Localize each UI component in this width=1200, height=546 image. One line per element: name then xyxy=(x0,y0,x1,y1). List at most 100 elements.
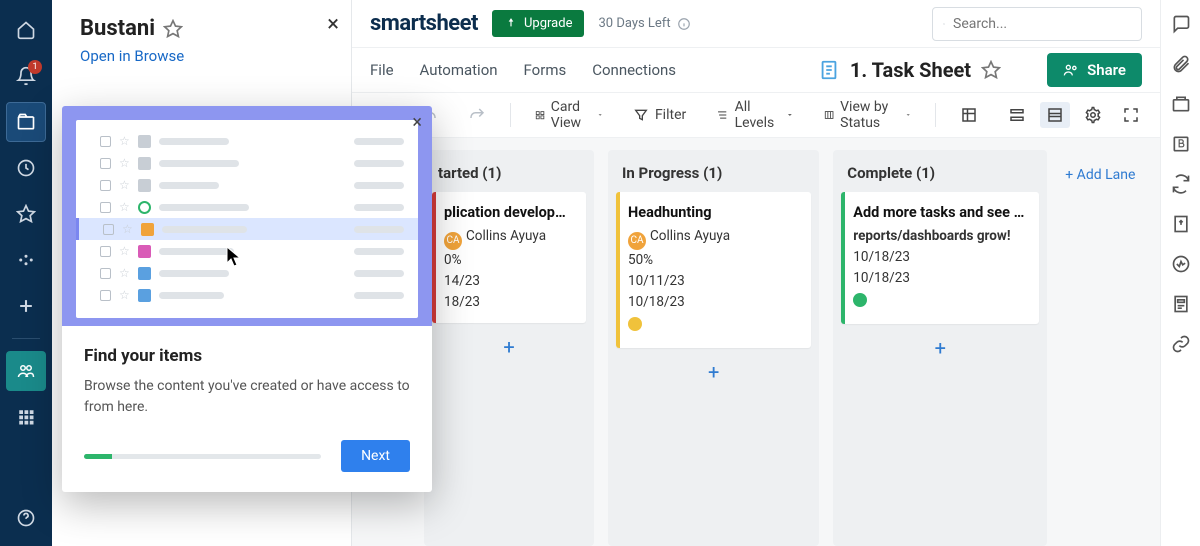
card-date: 14/23 xyxy=(444,271,576,292)
upgrade-icon xyxy=(504,17,518,31)
card[interactable]: Add more tasks and see yo... reports/das… xyxy=(841,192,1039,324)
update-requests-icon[interactable] xyxy=(1171,174,1191,194)
illustration-panel: ☆ ☆ ☆ ☆ ☆ ☆ ☆ ☆ xyxy=(76,120,418,318)
card[interactable]: plication development CACollins Ayuya 0%… xyxy=(432,192,586,323)
browse-icon[interactable] xyxy=(6,102,46,142)
rail-divider xyxy=(12,338,40,339)
home-icon[interactable] xyxy=(6,10,46,50)
proofs-icon[interactable] xyxy=(1171,94,1191,114)
onboarding-popover: × ☆ ☆ ☆ ☆ ☆ ☆ ☆ ☆ Find your items Browse… xyxy=(62,106,432,492)
popover-title: Find your items xyxy=(84,346,410,366)
all-levels-dropdown[interactable]: All Levels xyxy=(710,95,800,135)
lane-not-started: tarted (1) plication development CAColli… xyxy=(424,150,594,546)
upgrade-button[interactable]: Upgrade xyxy=(492,10,584,37)
attachments-icon[interactable] xyxy=(1171,54,1191,74)
add-lane-link[interactable]: + Add Lane xyxy=(1065,167,1135,183)
card-date: 10/18/23 xyxy=(853,268,1029,289)
fullscreen-icon[interactable] xyxy=(1116,102,1146,128)
card-date: 10/11/23 xyxy=(628,271,801,292)
menu-file[interactable]: File xyxy=(370,61,394,79)
card-date: 18/23 xyxy=(444,292,576,313)
status-dot xyxy=(628,317,642,331)
info-icon[interactable] xyxy=(677,17,691,31)
next-button[interactable]: Next xyxy=(341,440,410,472)
redo-icon[interactable] xyxy=(462,102,492,128)
chevron-down-icon xyxy=(786,110,794,120)
search-icon xyxy=(943,16,945,32)
activity-log-icon[interactable] xyxy=(1171,254,1191,274)
card-view-dropdown[interactable]: Card View xyxy=(529,95,609,135)
lane-title: Complete (1) xyxy=(841,160,1039,192)
card-subtitle: reports/dashboards grow! xyxy=(853,226,1029,247)
workspace-title: Bustani xyxy=(80,16,331,41)
edit-fields-icon[interactable] xyxy=(954,102,984,128)
notifications-icon[interactable]: 1 xyxy=(6,56,46,96)
main-area: smartsheet Upgrade 30 Days Left File Aut… xyxy=(352,0,1160,546)
workapps-icon[interactable] xyxy=(6,240,46,280)
card-stripe xyxy=(841,192,845,324)
card-date: 10/18/23 xyxy=(853,247,1029,268)
compact-view-icon[interactable] xyxy=(1002,102,1032,128)
card-title: Headhunting xyxy=(628,202,801,224)
star-icon[interactable] xyxy=(981,60,1001,80)
menu-forms[interactable]: Forms xyxy=(524,61,567,79)
status-dot xyxy=(853,293,867,307)
help-icon[interactable] xyxy=(6,498,46,538)
card-progress: 50% xyxy=(628,250,801,271)
global-search[interactable] xyxy=(932,7,1142,41)
card-stripe xyxy=(616,192,620,348)
conversations-icon[interactable] xyxy=(1171,14,1191,34)
share-button[interactable]: Share xyxy=(1047,53,1142,87)
popover-text: Browse the content you've created or hav… xyxy=(84,376,410,418)
card-title: plication development xyxy=(444,202,576,224)
sheet-icon xyxy=(818,59,840,81)
menu-connections[interactable]: Connections xyxy=(592,61,676,79)
publish-icon[interactable] xyxy=(1171,214,1191,234)
card[interactable]: Headhunting CACollins Ayuya 50% 10/11/23… xyxy=(616,192,811,348)
popover-hero: × ☆ ☆ ☆ ☆ ☆ ☆ ☆ ☆ xyxy=(62,106,432,326)
add-lane: + Add Lane xyxy=(1061,150,1160,546)
avatar-icon: CA xyxy=(444,232,462,250)
solution-center-icon[interactable] xyxy=(6,397,46,437)
add-card-button[interactable]: + xyxy=(841,324,1039,364)
full-view-icon[interactable] xyxy=(1040,102,1070,128)
close-icon[interactable]: × xyxy=(412,112,422,133)
card-progress: 0% xyxy=(444,250,576,271)
card-title: Add more tasks and see yo... xyxy=(853,202,1029,224)
menu-bar: File Automation Forms Connections 1. Tas… xyxy=(352,48,1160,92)
menu-automation[interactable]: Automation xyxy=(420,61,498,79)
avatar-icon: CA xyxy=(628,232,646,250)
view-toolbar: Card View Filter All Levels View by Stat… xyxy=(352,92,1160,138)
left-nav-rail: 1 xyxy=(0,0,52,546)
columns-icon xyxy=(824,107,834,123)
create-icon[interactable] xyxy=(6,286,46,326)
chevron-down-icon xyxy=(905,110,911,120)
filter-button[interactable]: Filter xyxy=(627,103,692,127)
trial-days-left: 30 Days Left xyxy=(598,16,690,31)
lane-title: In Progress (1) xyxy=(616,160,811,192)
add-card-button[interactable]: + xyxy=(432,323,586,363)
brandfolder-icon[interactable] xyxy=(1171,134,1191,154)
top-bar: smartsheet Upgrade 30 Days Left xyxy=(352,0,1160,48)
close-icon[interactable]: × xyxy=(327,12,339,37)
connections-icon[interactable] xyxy=(1171,334,1191,354)
search-input[interactable] xyxy=(953,16,1131,32)
lane-in-progress: In Progress (1) Headhunting CACollins Ay… xyxy=(608,150,819,546)
card-assignee: CACollins Ayuya xyxy=(628,226,801,250)
add-card-button[interactable]: + xyxy=(616,348,811,388)
view-by-dropdown[interactable]: View by Status xyxy=(818,95,917,135)
card-view-icon xyxy=(535,107,545,123)
people-icon xyxy=(1063,62,1079,78)
summary-icon[interactable] xyxy=(1171,294,1191,314)
card-assignee: CACollins Ayuya xyxy=(444,226,576,250)
cursor-icon xyxy=(226,246,242,268)
recents-icon[interactable] xyxy=(6,148,46,188)
card-date: 10/18/23 xyxy=(628,292,801,313)
onboarding-progress xyxy=(84,454,321,459)
favorites-icon[interactable] xyxy=(6,194,46,234)
open-in-browse-link[interactable]: Open in Browse xyxy=(80,47,184,65)
levels-icon xyxy=(716,107,728,123)
resource-management-icon[interactable] xyxy=(6,351,46,391)
settings-icon[interactable] xyxy=(1078,102,1108,128)
star-icon[interactable] xyxy=(163,19,183,39)
